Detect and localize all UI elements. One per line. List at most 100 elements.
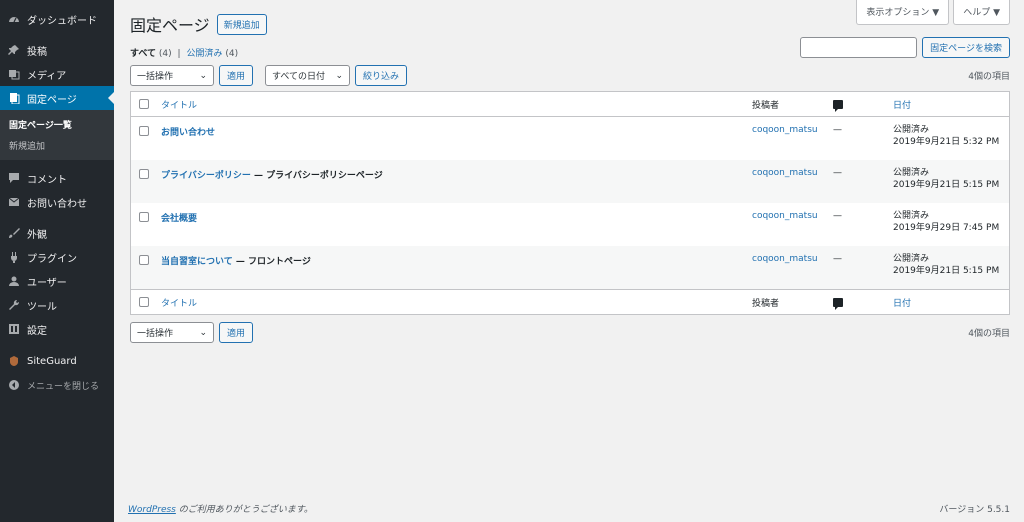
media-icon xyxy=(7,68,20,81)
comment-count: — xyxy=(833,168,842,178)
wrench-icon xyxy=(7,299,20,312)
row-checkbox[interactable] xyxy=(139,126,149,136)
wordpress-link[interactable]: WordPress xyxy=(128,505,176,515)
sidebar-item-media[interactable]: メディア xyxy=(0,62,114,86)
publish-date: 2019年9月21日 5:32 PM xyxy=(893,137,1000,147)
row-checkbox[interactable] xyxy=(139,255,149,265)
date-cell: 公開済み 2019年9月29日 7:45 PM xyxy=(893,211,999,235)
settings-icon xyxy=(7,323,20,336)
date-cell: 公開済み 2019年9月21日 5:15 PM xyxy=(893,168,999,192)
submenu-add-new[interactable]: 新規追加 xyxy=(0,135,114,156)
page-title-link[interactable]: 当自習室について xyxy=(161,257,233,267)
filter-button[interactable]: 絞り込み xyxy=(355,65,408,86)
column-date-sort-footer[interactable]: 日付 xyxy=(893,296,911,309)
date-cell: 公開済み 2019年9月21日 5:32 PM xyxy=(893,125,999,149)
filter-separator: | xyxy=(177,49,181,59)
add-new-page-button[interactable]: 新規追加 xyxy=(216,13,267,35)
sidebar-item-users[interactable]: ユーザー xyxy=(0,269,114,293)
sidebar-item-label: ツール xyxy=(27,301,57,313)
tablenav-bottom: 一括操作 ⌄ 適用 4個の項目 xyxy=(130,322,1010,343)
comment-count: — xyxy=(833,211,842,221)
comments-column-icon[interactable] xyxy=(833,99,843,112)
column-author-footer: 投稿者 xyxy=(752,298,780,309)
sidebar-item-label: 投稿 xyxy=(27,46,47,58)
column-date-sort[interactable]: 日付 xyxy=(893,98,911,111)
sidebar-item-label: メディア xyxy=(27,70,67,82)
sidebar-item-label: 固定ページ xyxy=(27,94,77,106)
chevron-down-icon: ⌄ xyxy=(199,70,207,81)
post-state: — フロントページ xyxy=(232,257,311,267)
table-header: タイトル 投稿者 日付 xyxy=(131,92,1009,117)
filter-all-link[interactable]: すべて xyxy=(130,49,156,59)
bulk-action-select-bottom[interactable]: 一括操作 ⌄ xyxy=(130,322,214,343)
search-pages-button[interactable]: 固定ページを検索 xyxy=(922,37,1010,58)
sidebar-item-label: 設定 xyxy=(27,325,47,337)
chevron-down-icon: ⌄ xyxy=(335,70,344,81)
page-title-link[interactable]: お問い合わせ xyxy=(161,128,215,138)
column-title-sort[interactable]: タイトル xyxy=(161,98,197,111)
bulk-action-select[interactable]: 一括操作 ⌄ xyxy=(130,65,214,86)
select-all-checkbox-footer[interactable] xyxy=(139,297,149,307)
sidebar-item-dashboard[interactable]: ダッシュボード xyxy=(0,7,114,31)
author-link[interactable]: coqoon_matsu xyxy=(752,211,818,221)
sidebar-item-pages[interactable]: 固定ページ xyxy=(0,86,114,110)
filter-published-link[interactable]: 公開済み xyxy=(186,49,222,59)
sidebar-item-settings[interactable]: 設定 xyxy=(0,317,114,341)
plugin-icon xyxy=(7,251,20,264)
date-cell: 公開済み 2019年9月21日 5:15 PM xyxy=(893,254,999,278)
date-filter-select[interactable]: すべての日付 ⌄ xyxy=(265,65,351,86)
author-link[interactable]: coqoon_matsu xyxy=(752,125,818,135)
row-checkbox[interactable] xyxy=(139,212,149,222)
main-content: 表示オプション ▼ ヘルプ ▼ 固定ページ 新規追加 すべて (4) | 公開済… xyxy=(114,0,1024,522)
page-title-link[interactable]: 会社概要 xyxy=(161,214,197,224)
pages-submenu: 固定ページ一覧 新規追加 xyxy=(0,110,114,160)
collapse-menu-button[interactable]: メニューを閉じる xyxy=(0,373,114,397)
table-row: お問い合わせ coqoon_matsu — 公開済み 2019年9月21日 5:… xyxy=(131,117,1009,160)
screen-options-button[interactable]: 表示オプション ▼ xyxy=(856,0,950,25)
apply-button[interactable]: 適用 xyxy=(219,65,254,86)
page-icon xyxy=(7,92,20,105)
sidebar-item-label: 外観 xyxy=(27,229,47,241)
comments-column-icon-footer[interactable] xyxy=(833,297,843,310)
sidebar-item-comments[interactable]: コメント xyxy=(0,166,114,190)
pin-icon xyxy=(7,44,20,57)
date-filter-value: すべての日付 xyxy=(272,72,326,82)
footer-version: バージョン 5.5.1 xyxy=(939,505,1010,515)
author-link[interactable]: coqoon_matsu xyxy=(752,168,818,178)
sidebar-item-tools[interactable]: ツール xyxy=(0,293,114,317)
sidebar-item-label: お問い合わせ xyxy=(27,198,87,210)
sidebar-item-label: ユーザー xyxy=(27,277,67,289)
author-link[interactable]: coqoon_matsu xyxy=(752,254,818,264)
post-state: — プライバシーポリシーページ xyxy=(250,171,383,181)
chevron-down-icon: ⌄ xyxy=(199,327,207,338)
select-all-checkbox[interactable] xyxy=(139,99,149,109)
sidebar-item-label: プラグイン xyxy=(27,253,77,265)
filter-published-count: (4) xyxy=(225,49,239,59)
table-row: 会社概要 coqoon_matsu — 公開済み 2019年9月29日 7:45… xyxy=(131,203,1009,246)
help-button[interactable]: ヘルプ ▼ xyxy=(953,0,1010,25)
sidebar-item-plugins[interactable]: プラグイン xyxy=(0,245,114,269)
mail-icon xyxy=(7,196,20,209)
brush-icon xyxy=(7,227,20,240)
apply-button-bottom[interactable]: 適用 xyxy=(219,322,254,343)
sidebar-item-siteguard[interactable]: SiteGuard xyxy=(0,349,114,373)
submenu-all-pages[interactable]: 固定ページ一覧 xyxy=(0,114,114,135)
column-title-sort-footer[interactable]: タイトル xyxy=(161,296,197,309)
table-row: プライバシーポリシー — プライバシーポリシーページ coqoon_matsu … xyxy=(131,160,1009,203)
user-icon xyxy=(7,275,20,288)
table-row: 当自習室について — フロントページ coqoon_matsu — 公開済み 2… xyxy=(131,246,1009,289)
pages-table: タイトル 投稿者 日付 お問い合わせ coqoon_matsu — 公開済み 2… xyxy=(130,91,1010,315)
search-input[interactable] xyxy=(800,37,918,58)
bulk-action-value: 一括操作 xyxy=(137,72,174,82)
items-count: 4個の項目 xyxy=(968,72,1010,82)
sidebar-item-appearance[interactable]: 外観 xyxy=(0,221,114,245)
screen-meta-links: 表示オプション ▼ ヘルプ ▼ xyxy=(852,0,1010,25)
sidebar-item-posts[interactable]: 投稿 xyxy=(0,38,114,62)
comment-icon xyxy=(7,172,20,185)
sidebar-item-contact[interactable]: お問い合わせ xyxy=(0,190,114,214)
publish-date: 2019年9月29日 7:45 PM xyxy=(893,223,1000,233)
tablenav-top: 一括操作 ⌄ 適用 すべての日付 ⌄ 絞り込み 4個の項目 xyxy=(130,65,1010,86)
collapse-menu-label: メニューを閉じる xyxy=(27,381,100,392)
row-checkbox[interactable] xyxy=(139,169,149,179)
page-title-link[interactable]: プライバシーポリシー xyxy=(161,171,251,181)
